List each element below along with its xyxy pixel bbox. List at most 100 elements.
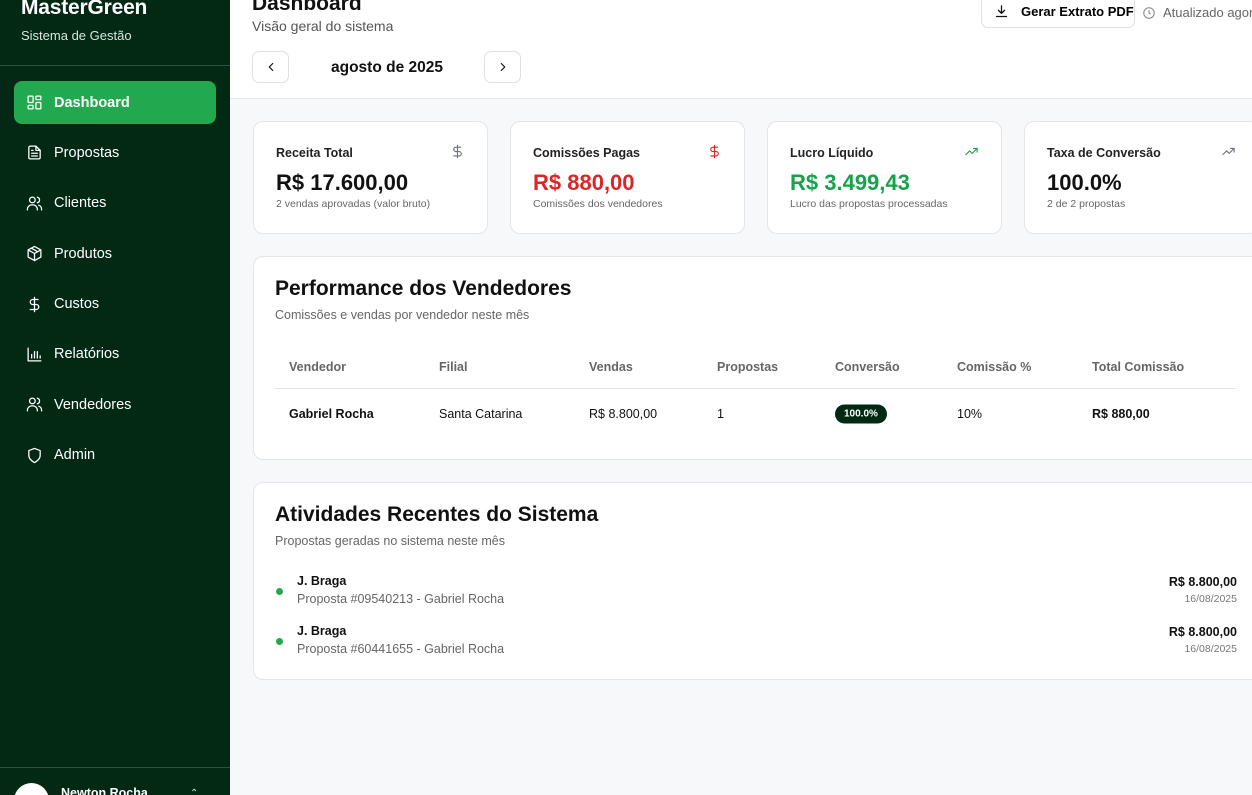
updated-label: Atualizado agora <box>1163 5 1252 20</box>
users-icon <box>25 396 43 414</box>
sidebar-item-custos[interactable]: Custos <box>14 283 216 326</box>
column-header[interactable]: Total Comissão <box>1092 360 1184 374</box>
sidebar-item-label: Propostas <box>54 144 120 161</box>
updated-status: Atualizado agora <box>1142 5 1252 20</box>
sidebar: MasterGreen Sistema de Gestão Dashboard … <box>0 0 230 795</box>
stat-title: Lucro Líquido <box>790 146 874 160</box>
performance-card: Performance dos Vendedores Comissões e v… <box>253 256 1252 460</box>
performance-title: Performance dos Vendedores <box>275 277 572 300</box>
sidebar-nav: Dashboard Propostas Clientes Produtos Cu… <box>14 81 216 484</box>
sidebar-item-label: Admin <box>54 447 96 464</box>
page-subtitle: Visão geral do sistema <box>252 18 394 34</box>
activities-card: Atividades Recentes do Sistema Propostas… <box>253 482 1252 680</box>
sidebar-item-label: Relatórios <box>54 346 120 363</box>
file-text-icon <box>25 144 43 162</box>
bar-chart-icon <box>25 345 43 363</box>
sidebar-item-clientes[interactable]: Clientes <box>14 182 216 225</box>
stat-note: 2 de 2 propostas <box>1047 198 1126 210</box>
dollar-icon <box>25 295 43 313</box>
sidebar-item-label: Clientes <box>54 195 107 212</box>
dashboard-icon <box>25 94 43 112</box>
stat-card-lucro: Lucro Líquido R$ 3.499,43 Lucro das prop… <box>767 121 1002 234</box>
dollar-icon <box>450 144 465 163</box>
trending-up-icon <box>1221 144 1236 163</box>
stat-value: R$ 880,00 <box>533 170 635 195</box>
column-header[interactable]: Conversão <box>835 360 900 374</box>
cell-comissao-pct: 10% <box>957 407 983 421</box>
page-title: Dashboard <box>252 0 362 15</box>
download-icon <box>995 4 1008 17</box>
sidebar-item-dashboard[interactable]: Dashboard <box>14 81 216 124</box>
sidebar-item-label: Dashboard <box>54 94 130 111</box>
activity-amount: R$ 8.800,00 <box>1168 575 1237 589</box>
users-icon <box>25 194 43 212</box>
activity-date: 16/08/2025 <box>1184 643 1237 655</box>
brand-title: MasterGreen <box>21 0 148 19</box>
stat-card-comissoes: Comissões Pagas R$ 880,00 Comissões dos … <box>510 121 745 234</box>
table-header: Vendedor Filial Vendas Propostas Convers… <box>275 346 1236 389</box>
brand-subtitle: Sistema de Gestão <box>21 28 132 43</box>
activity-description: Proposta #09540213 - Gabriel Rocha <box>297 592 505 606</box>
stat-title: Comissões Pagas <box>533 146 640 160</box>
sidebar-item-relatorios[interactable]: Relatórios <box>14 333 216 376</box>
table-row[interactable]: Gabriel Rocha Santa Catarina R$ 8.800,00… <box>275 389 1236 439</box>
generate-pdf-button[interactable]: Gerar Extrato PDF <box>981 0 1135 28</box>
stat-title: Taxa de Conversão <box>1047 146 1161 160</box>
clock-icon <box>1143 6 1155 19</box>
activities-subtitle: Propostas geradas no sistema neste mês <box>275 534 505 548</box>
next-month-button[interactable] <box>484 51 521 83</box>
dollar-icon <box>707 144 722 163</box>
activity-amount: R$ 8.800,00 <box>1168 625 1237 639</box>
page-header: Dashboard Visão geral do sistema agosto … <box>230 0 1252 99</box>
sidebar-bottom-divider <box>0 767 230 768</box>
stat-card-receita: Receita Total R$ 17.600,00 2 vendas apro… <box>253 121 488 234</box>
sidebar-item-label: Produtos <box>54 245 113 262</box>
performance-subtitle: Comissões e vendas por vendedor neste mê… <box>275 308 530 322</box>
sidebar-item-vendedores[interactable]: Vendedores <box>14 383 216 426</box>
sidebar-item-label: Vendedores <box>54 396 132 413</box>
status-badge: 100.0% <box>835 404 887 424</box>
stat-card-conversao: Taxa de Conversão 100.0% 2 de 2 proposta… <box>1024 121 1252 234</box>
activities-title: Atividades Recentes do Sistema <box>275 503 599 526</box>
chevron-icon[interactable]: ⌃ <box>190 788 198 795</box>
column-header[interactable]: Vendas <box>589 360 633 374</box>
stat-value: R$ 17.600,00 <box>276 170 409 195</box>
sidebar-item-label: Custos <box>54 296 100 313</box>
sidebar-divider <box>0 65 230 66</box>
activity-description: Proposta #60441655 - Gabriel Rocha <box>297 642 505 656</box>
cell-vendedor: Gabriel Rocha <box>289 407 374 421</box>
stat-note: 2 vendas aprovadas (valor bruto) <box>276 198 431 210</box>
cell-propostas: 1 <box>717 407 724 421</box>
list-item[interactable]: J. Braga Proposta #09540213 - Gabriel Ro… <box>275 574 1237 614</box>
activity-client: J. Braga <box>297 574 347 588</box>
avatar[interactable]: C <box>14 783 49 795</box>
shield-icon <box>25 446 43 464</box>
sidebar-item-admin[interactable]: Admin <box>14 434 216 477</box>
stat-value: R$ 3.499,43 <box>790 170 910 195</box>
generate-pdf-label: Gerar Extrato PDF <box>1021 3 1134 19</box>
column-header[interactable]: Propostas <box>717 360 778 374</box>
column-header[interactable]: Filial <box>439 360 467 374</box>
stat-value: 100.0% <box>1047 170 1122 195</box>
prev-month-button[interactable] <box>252 51 289 83</box>
status-dot <box>276 588 283 595</box>
sidebar-item-propostas[interactable]: Propostas <box>14 131 216 174</box>
sidebar-item-produtos[interactable]: Produtos <box>14 232 216 275</box>
stat-note: Comissões dos vendedores <box>533 198 663 210</box>
cell-vendas: R$ 8.800,00 <box>589 407 658 421</box>
trending-up-icon <box>964 144 979 163</box>
chevron-left-icon <box>268 62 273 72</box>
user-name: Newton Rocha <box>61 786 148 795</box>
cell-filial: Santa Catarina <box>439 407 523 421</box>
package-icon <box>25 245 43 263</box>
stat-title: Receita Total <box>276 146 353 160</box>
activity-date: 16/08/2025 <box>1184 593 1237 605</box>
cell-total-comissao: R$ 880,00 <box>1092 407 1150 421</box>
list-item[interactable]: J. Braga Proposta #60441655 - Gabriel Ro… <box>275 624 1237 664</box>
column-header[interactable]: Vendedor <box>289 360 346 374</box>
chevron-right-icon <box>500 62 505 72</box>
column-header[interactable]: Comissão % <box>957 360 1031 374</box>
activity-client: J. Braga <box>297 624 347 638</box>
status-dot <box>276 638 283 645</box>
month-label: agosto de 2025 <box>331 59 443 76</box>
